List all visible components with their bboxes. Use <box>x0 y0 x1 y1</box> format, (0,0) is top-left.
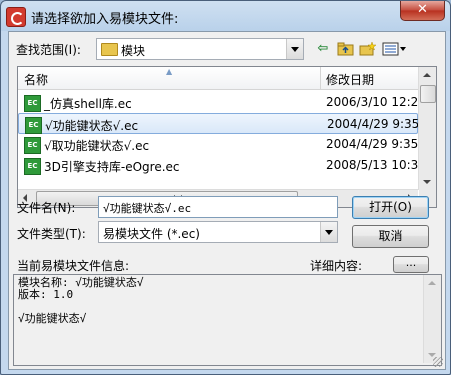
sort-arrow-icon: ▲ <box>166 67 173 76</box>
ec-file-icon: EC <box>24 95 41 112</box>
open-button[interactable]: 打开(O) <box>352 196 429 219</box>
lookin-combo[interactable]: 模块 <box>96 38 304 60</box>
list-header: ▲ 名称 修改日期 <box>18 67 418 90</box>
chevron-down-icon[interactable] <box>320 222 337 242</box>
lookin-label: 查找范围(I): <box>16 43 81 57</box>
view-menu-icon[interactable] <box>382 41 408 57</box>
title-bar[interactable]: 请选择欲加入易模块文件: ✕ <box>1 1 450 31</box>
filetype-label: 文件类型(T): <box>17 227 86 241</box>
file-row-selected[interactable]: EC √功能键状态√.ec 2004/4/29 9:35 <box>18 113 420 134</box>
back-arrow-icon[interactable]: ⇦ <box>314 41 332 57</box>
file-list[interactable]: ▲ 名称 修改日期 EC _仿真shell库.ec 2006/3/10 12:2… <box>17 66 437 208</box>
scroll-thumb[interactable] <box>420 85 436 103</box>
filetype-value: 易模块文件 (*.ec) <box>103 227 200 241</box>
lookin-value: 模块 <box>121 44 146 58</box>
filename-value: √功能键状态√.ec <box>103 202 192 215</box>
file-row[interactable]: EC _仿真shell库.ec 2006/3/10 12:25 <box>18 92 426 113</box>
dialog-window: 请选择欲加入易模块文件: ✕ 查找范围(I): 模块 ⇦ ▲ 名称 修改日期 E… <box>0 0 451 375</box>
app-icon <box>6 7 26 27</box>
file-date: 2008/5/13 10:39 <box>326 158 426 172</box>
filetype-combo[interactable]: 易模块文件 (*.ec) <box>98 221 338 243</box>
info-label: 当前易模块文件信息: <box>17 259 130 273</box>
filename-input[interactable]: √功能键状态√.ec <box>98 196 338 218</box>
module-info-box[interactable]: 模块名称: √功能键状态√ 版本: 1.0 √功能键状态√ <box>13 274 442 366</box>
file-date: 2006/3/10 12:25 <box>326 95 426 109</box>
column-name[interactable]: 名称 <box>24 71 48 88</box>
new-folder-icon[interactable] <box>359 41 377 57</box>
file-row[interactable]: EC √取功能键状态√.ec 2004/4/29 9:35 <box>18 134 418 155</box>
ec-file-icon: EC <box>24 158 41 175</box>
file-date: 2004/4/29 9:35 <box>326 137 419 151</box>
scroll-up-icon[interactable] <box>423 73 431 77</box>
list-vertical-scrollbar[interactable] <box>418 67 436 190</box>
column-date[interactable]: 修改日期 <box>326 71 374 88</box>
up-folder-icon[interactable] <box>337 41 355 57</box>
file-name: _仿真shell库.ec <box>44 97 132 111</box>
cancel-button[interactable]: 取消 <box>352 225 429 248</box>
dialog-client: 查找范围(I): 模块 ⇦ ▲ 名称 修改日期 EC _仿真shell库.ec <box>8 31 446 370</box>
chevron-down-icon[interactable] <box>286 39 303 59</box>
details-label: 详细内容: <box>310 259 363 273</box>
ec-file-icon: EC <box>25 117 42 134</box>
file-row[interactable]: EC 3D引擎支持库-eOgre.ec 2008/5/13 10:39 <box>18 155 426 176</box>
file-name: √功能键状态√.ec <box>45 119 139 133</box>
details-button[interactable]: ... <box>393 256 429 273</box>
column-divider[interactable] <box>320 67 321 89</box>
module-info-text: 模块名称: √功能键状态√ 版本: 1.0 √功能键状态√ <box>18 276 144 325</box>
file-date: 2004/4/29 9:35 <box>327 117 420 131</box>
info-vertical-scrollbar[interactable] <box>423 275 441 363</box>
filename-label: 文件名(N): <box>17 201 76 215</box>
scroll-up-icon[interactable] <box>428 281 436 285</box>
resize-grip-icon[interactable] <box>433 357 443 367</box>
file-name: 3D引擎支持库-eOgre.ec <box>44 160 180 174</box>
window-title: 请选择欲加入易模块文件: <box>31 12 179 27</box>
folder-icon <box>101 43 118 56</box>
close-button[interactable]: ✕ <box>400 1 445 21</box>
file-name: √取功能键状态√.ec <box>44 139 150 153</box>
ec-file-icon: EC <box>24 137 41 154</box>
scroll-down-icon[interactable] <box>423 180 431 184</box>
